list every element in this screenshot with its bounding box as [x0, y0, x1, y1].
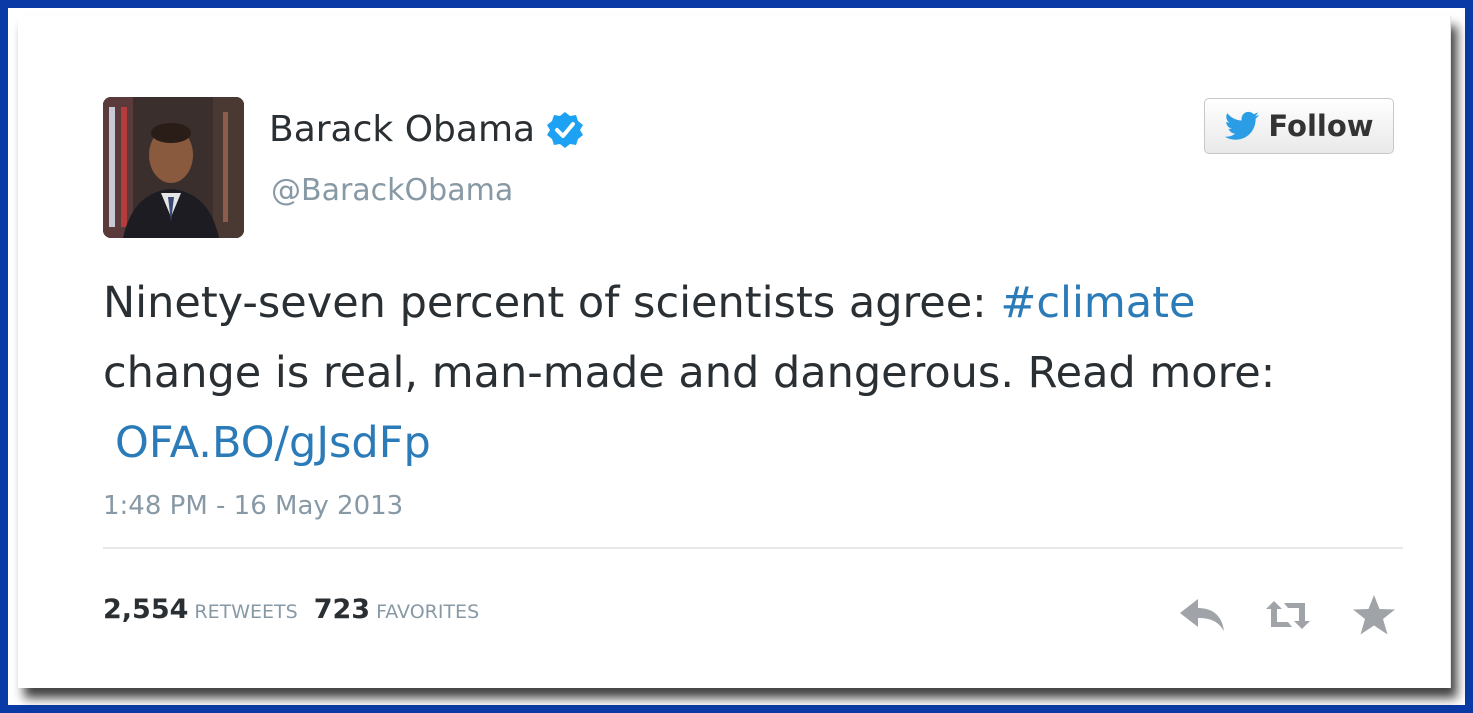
hashtag-link[interactable]: #climate — [1000, 278, 1195, 328]
star-icon — [1353, 595, 1395, 635]
divider — [103, 547, 1403, 549]
retweet-label[interactable]: Retweets — [194, 601, 297, 623]
tweet-line-1: Ninety-seven percent of scientists agree… — [103, 268, 1403, 338]
favorite-button[interactable] — [1350, 593, 1398, 637]
tweet-url-link[interactable]: OFA.BO/gJsdFp — [115, 418, 431, 468]
user-name-text: Barack Obama — [269, 109, 536, 150]
tweet-line-2: change is real, man-made and dangerous. … — [103, 348, 1276, 398]
retweet-icon — [1266, 601, 1310, 629]
verified-badge-icon — [545, 110, 585, 150]
retweet-button[interactable] — [1264, 593, 1312, 637]
favorite-label[interactable]: Favorites — [376, 601, 479, 623]
tweet-actions — [1178, 590, 1398, 640]
reply-button[interactable] — [1178, 593, 1226, 637]
reply-icon — [1180, 599, 1224, 631]
tweet-text: Ninety-seven percent of scientists agree… — [103, 268, 1403, 478]
avatar[interactable] — [103, 97, 244, 238]
user-handle[interactable]: @BarackObama — [271, 171, 513, 211]
tweet-stats: 2,554 Retweets 723 Favorites — [103, 593, 495, 630]
twitter-bird-icon — [1225, 111, 1260, 140]
retweet-count[interactable]: 2,554 — [103, 594, 188, 625]
tweet-timestamp[interactable]: 1:48 PM - 16 May 2013 — [103, 489, 403, 523]
follow-button-label: Follow — [1268, 109, 1374, 143]
favorite-count[interactable]: 723 — [314, 594, 370, 625]
user-name[interactable]: Barack Obama — [269, 108, 585, 152]
tweet-card: Barack Obama @BarackObama Follow Ninety-… — [18, 16, 1451, 688]
tweet-text-part-1: Ninety-seven percent of scientists agree… — [103, 278, 1001, 328]
page-frame: Barack Obama @BarackObama Follow Ninety-… — [8, 8, 1465, 705]
tweet-line-3: OFA.BO/gJsdFp — [103, 408, 1403, 478]
follow-button[interactable]: Follow — [1204, 98, 1394, 154]
avatar-photo — [103, 97, 244, 238]
